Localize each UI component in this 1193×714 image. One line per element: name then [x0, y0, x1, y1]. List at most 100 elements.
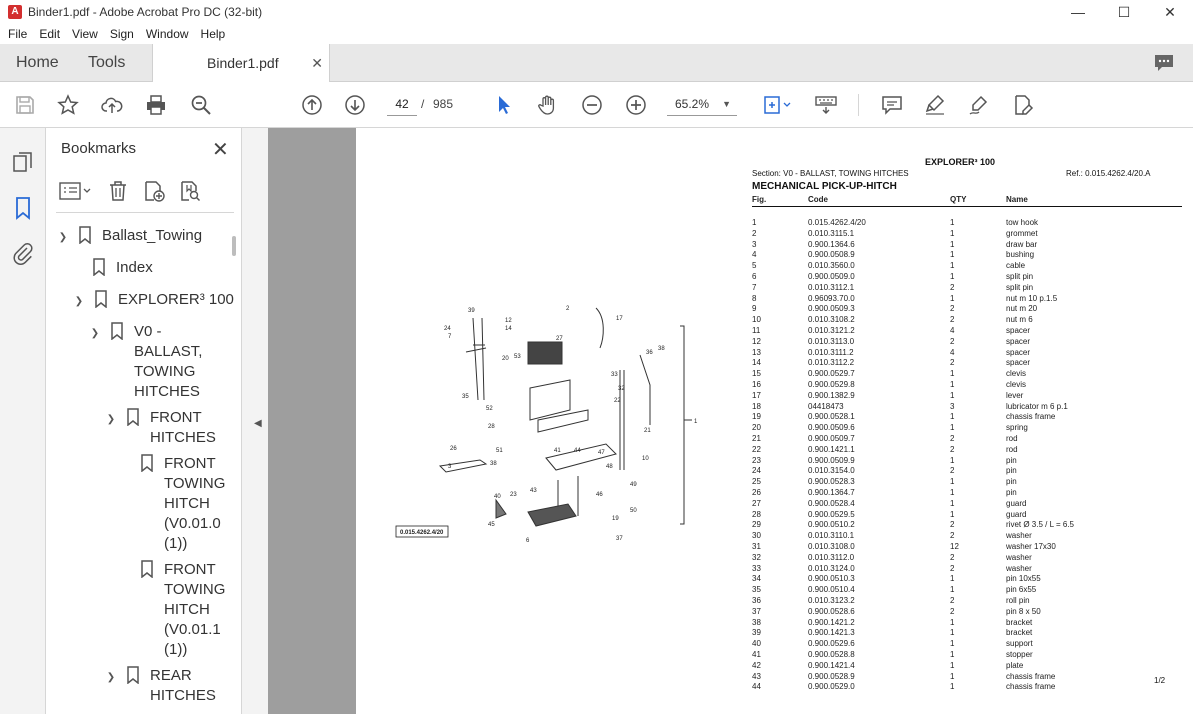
collapse-panel-icon[interactable]: ◀ — [254, 418, 262, 429]
svg-text:40: 40 — [494, 494, 501, 500]
menu-edit[interactable]: Edit — [33, 27, 66, 41]
edit-pdf-icon[interactable] — [1010, 92, 1036, 118]
hand-tool-icon[interactable] — [535, 92, 561, 118]
panel-splitter[interactable]: ◀ — [242, 128, 268, 714]
cell-fig: 8 — [752, 293, 757, 303]
cell-qty: 1 — [950, 412, 955, 422]
new-bookmark-icon[interactable] — [142, 179, 166, 203]
cell-fig: 10 — [752, 315, 761, 325]
keyboard-icon[interactable] — [813, 92, 839, 118]
cell-name: chassis frame — [1006, 671, 1056, 681]
bookmark-v0-ballast[interactable]: ❯ V0 - BALLAST, TOWING HITCHES — [88, 322, 202, 402]
cell-qty: 1 — [950, 585, 955, 595]
zoom-in-icon[interactable] — [623, 92, 649, 118]
bookmark-label: REAR HITCHES — [150, 667, 216, 704]
cell-fig: 28 — [752, 509, 761, 519]
svg-text:46: 46 — [596, 492, 603, 498]
tab-tools[interactable]: Tools — [88, 44, 125, 82]
fit-page-icon[interactable] — [758, 92, 794, 118]
delete-bookmark-icon[interactable] — [106, 179, 130, 203]
cell-qty: 1 — [950, 228, 955, 238]
bookmark-front-hitches[interactable]: ❯ FRONT HITCHES — [104, 408, 216, 448]
print-icon[interactable] — [143, 92, 169, 118]
svg-text:49: 49 — [630, 482, 637, 488]
cell-name: pin 6x55 — [1006, 585, 1037, 595]
svg-text:27: 27 — [556, 336, 563, 342]
star-icon[interactable] — [55, 92, 81, 118]
toolbar-divider — [858, 94, 859, 116]
collapse-chevron-icon[interactable]: ❯ — [104, 668, 118, 688]
document-view[interactable]: EXPLORER³ 100 Section: V0 - BALLAST, TOW… — [268, 128, 1193, 714]
add-comment-icon[interactable] — [879, 92, 905, 118]
cell-qty: 1 — [950, 423, 955, 433]
cell-qty: 2 — [950, 336, 955, 346]
svg-text:10: 10 — [642, 456, 649, 462]
close-window-button[interactable]: ✕ — [1147, 0, 1193, 24]
svg-text:52: 52 — [486, 406, 493, 412]
cell-fig: 33 — [752, 563, 761, 573]
cell-name: nut m 10 p.1.5 — [1006, 293, 1058, 303]
bookmark-options-icon[interactable] — [58, 179, 94, 203]
upload-cloud-icon[interactable] — [99, 92, 125, 118]
save-icon[interactable] — [12, 92, 38, 118]
svg-text:2: 2 — [566, 306, 570, 312]
cell-code: 0.900.0508.9 — [808, 250, 855, 260]
cell-qty: 1 — [950, 682, 955, 692]
bookmarks-panel-icon[interactable] — [11, 196, 35, 220]
collapse-chevron-icon[interactable]: ❯ — [104, 410, 118, 430]
tab-document[interactable]: Binder1.pdf ✕ — [152, 44, 330, 82]
close-tab-icon[interactable]: ✕ — [311, 44, 323, 82]
collapse-chevron-icon[interactable]: ❯ — [88, 324, 102, 344]
highlight-icon[interactable] — [922, 92, 948, 118]
menu-view[interactable]: View — [66, 27, 104, 41]
close-panel-icon[interactable]: ✕ — [212, 137, 229, 162]
svg-text:28: 28 — [488, 424, 495, 430]
tab-document-label: Binder1.pdf — [207, 55, 279, 71]
bookmarks-scrollbar[interactable] — [232, 236, 236, 256]
find-bookmark-icon[interactable] — [178, 179, 202, 203]
page-number-input[interactable]: 42 — [387, 92, 417, 116]
svg-text:32: 32 — [618, 386, 625, 392]
zoom-level-select[interactable]: 65.2% ▼ — [667, 92, 737, 116]
collapse-chevron-icon[interactable]: ❯ — [56, 228, 70, 248]
next-page-icon[interactable] — [342, 92, 368, 118]
comment-icon[interactable] — [1153, 52, 1175, 74]
page-total: 985 — [433, 97, 454, 111]
cell-qty: 1 — [950, 671, 955, 681]
cell-qty: 1 — [950, 488, 955, 497]
table-row: 38 0.900.1421.2 1 bracket — [752, 618, 1182, 629]
cell-code: 0.900.0529.0 — [808, 682, 855, 692]
bookmark-front-towing-hitch-2[interactable]: FRONT TOWING HITCH (V0.01.1 (1)) — [140, 560, 225, 660]
cell-fig: 36 — [752, 596, 761, 605]
menu-help[interactable]: Help — [195, 27, 232, 41]
bookmark-ballast-towing[interactable]: ❯ Ballast_Towing — [56, 226, 202, 248]
bookmark-index[interactable]: Index — [92, 258, 153, 278]
attachments-icon[interactable] — [11, 242, 35, 266]
table-row: 33 0.010.3124.0 2 washer — [752, 564, 1182, 575]
maximize-button[interactable]: ☐ — [1101, 0, 1147, 24]
menu-sign[interactable]: Sign — [104, 27, 140, 41]
cell-qty: 1 — [950, 650, 955, 659]
bookmark-rear-hitches[interactable]: ❯ REAR HITCHES — [104, 666, 216, 706]
bookmark-front-towing-hitch-1[interactable]: FRONT TOWING HITCH (V0.01.0 (1)) — [140, 454, 225, 554]
menu-window[interactable]: Window — [140, 27, 195, 41]
collapse-chevron-icon[interactable]: ❯ — [72, 292, 86, 312]
cell-fig: 17 — [752, 390, 761, 400]
minimize-button[interactable]: — — [1055, 0, 1101, 24]
drawing-ref-label: 0.015.4262.4/20 — [400, 530, 444, 536]
previous-page-icon[interactable] — [299, 92, 325, 118]
zoom-out-icon[interactable] — [579, 92, 605, 118]
tab-home[interactable]: Home — [16, 44, 59, 82]
cell-name: roll pin — [1006, 596, 1030, 605]
table-row: 17 0.900.1382.9 1 lever — [752, 391, 1182, 402]
svg-text:53: 53 — [514, 354, 521, 360]
cell-qty: 1 — [950, 261, 955, 271]
draw-signature-icon[interactable] — [966, 92, 992, 118]
select-cursor-icon[interactable] — [491, 92, 517, 118]
menu-file[interactable]: File — [2, 27, 33, 41]
find-zoom-icon[interactable] — [188, 92, 214, 118]
bookmark-explorer[interactable]: ❯ EXPLORER³ 100 — [72, 290, 234, 312]
page-thumbnails-icon[interactable] — [11, 150, 35, 174]
cell-code: 0.900.0528.4 — [808, 498, 855, 508]
cell-code: 0.010.3124.0 — [808, 563, 855, 573]
